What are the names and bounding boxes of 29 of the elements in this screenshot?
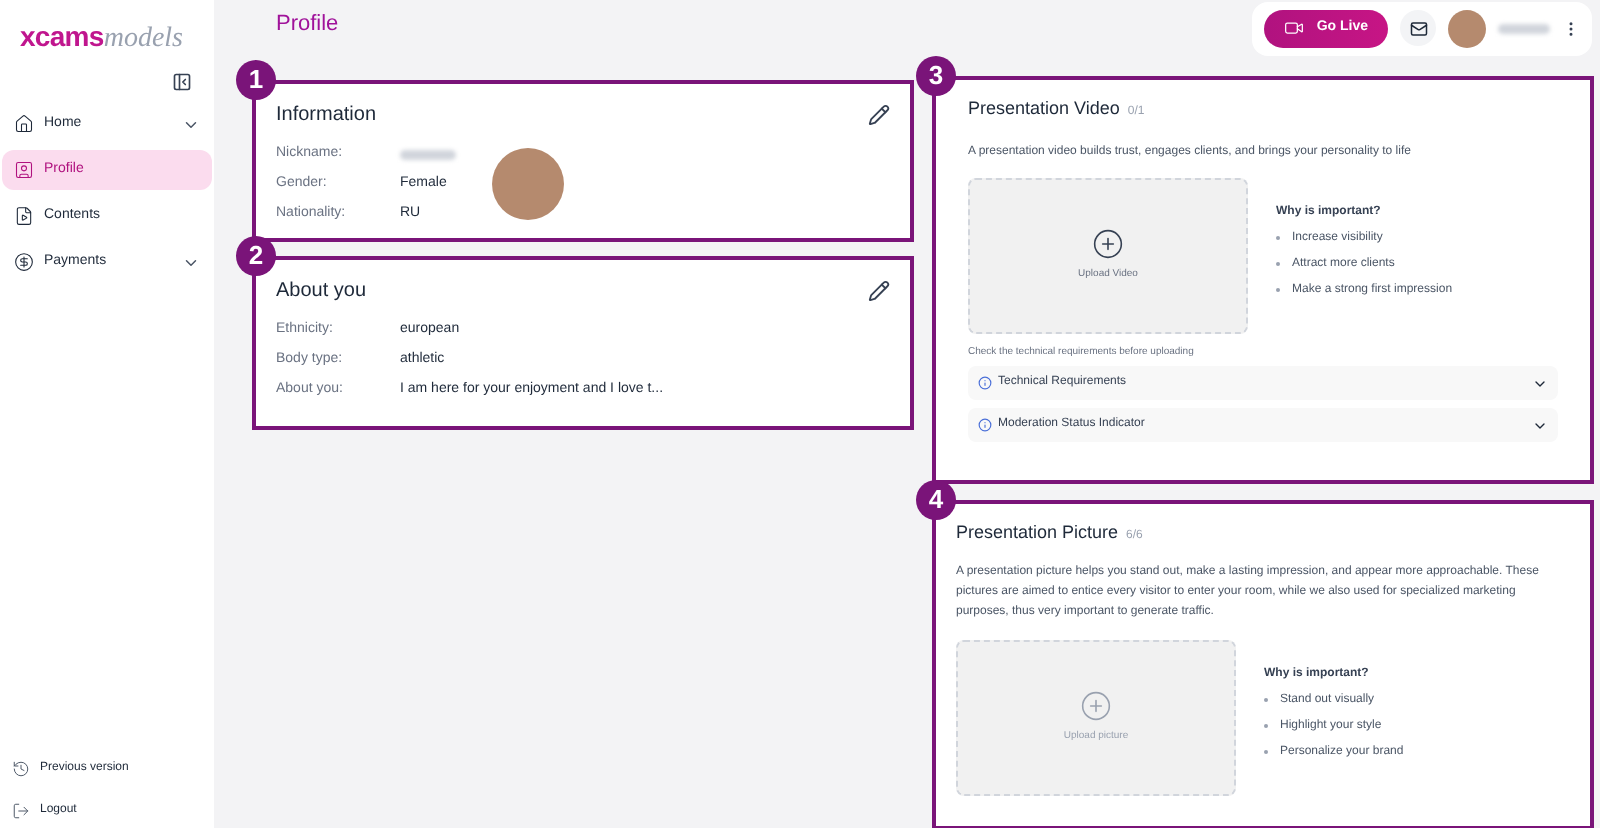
annotation-badge: 4 [916,480,956,520]
logo-subtext: models [103,26,184,54]
messages-button[interactable] [1400,10,1436,46]
blurred-username [1498,23,1550,33]
edit-icon[interactable] [868,280,890,302]
envelope-icon [1409,19,1427,37]
info-icon [978,418,992,432]
edit-icon[interactable] [868,104,890,126]
logo-text: xcams [20,22,104,50]
dollar-circle-icon [14,252,34,272]
plus-icon [1080,689,1112,722]
document-icon [14,206,34,226]
history-icon [12,760,30,778]
annotation-badge: 1 [236,60,276,100]
collapse-icon[interactable] [172,72,192,92]
card-title: Presentation Video [968,96,1120,122]
house-icon [14,114,34,134]
blurred-value [400,149,456,159]
card-title: Presentation Picture [956,520,1119,546]
annotation-badge: 3 [916,56,956,96]
card-title: Information [276,102,377,130]
logout-icon [12,802,30,820]
annotation-badge: 2 [236,236,276,276]
card-title: About you [276,278,367,306]
info-icon [978,376,992,390]
plus-icon [1092,227,1124,260]
user-card-icon [14,160,34,180]
page-title: Profile [276,10,339,41]
video-camera-icon [1284,18,1305,38]
